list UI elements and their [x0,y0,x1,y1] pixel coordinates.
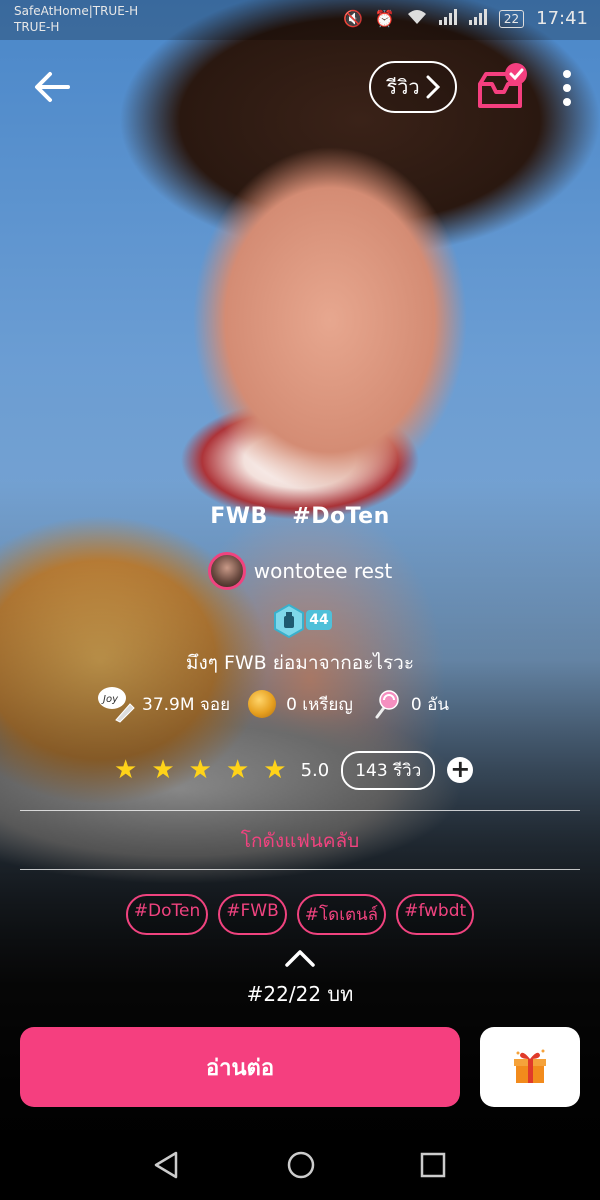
tag-fwbdt[interactable]: #fwbdt [396,894,475,935]
battery-indicator: 22 [498,9,525,28]
star-icon: ★ [114,755,138,785]
chevron-right-icon [426,75,440,99]
back-button[interactable] [30,64,76,110]
arrow-left-icon [35,72,70,102]
coins-count: 0 เหรียญ [286,694,353,715]
review-button-label: รีวิว [386,75,420,99]
wifi-icon [407,9,427,29]
review-count-button[interactable]: 143 รีวิว [341,750,436,790]
views-count: 37.9M จอย [142,694,231,715]
tag-fwb[interactable]: #FWB [218,894,287,935]
tag-doten-thai[interactable]: #โดเตนล์ [296,894,387,935]
story-description: มึงๆ FWB ย่อมาจากอะไรวะ [185,652,415,674]
more-vertical-icon [563,70,571,106]
gift-box-icon [514,1049,546,1083]
joy-label: Joy [101,694,119,705]
divider-top [20,810,580,811]
episode-count: #22/22 บท [246,982,354,1006]
continue-reading-button[interactable]: อ่านต่อ [20,1027,460,1107]
star-icon: ★ [188,755,212,785]
nav-back-icon[interactable] [152,1150,180,1180]
level-number: 44 [306,610,332,630]
story-stats: Joy 37.9M จอย 0 เหรียญ 0 อัน [96,682,516,726]
gift-button[interactable] [480,1027,580,1107]
fanclub-link[interactable]: โกดังแฟนคลับ [0,826,600,856]
rating-value: 5.0 [300,759,330,781]
review-button[interactable]: รีวิว [369,61,457,113]
carrier-info: SafeAtHome|TRUE-H TRUE-H [14,3,138,35]
alarm-icon: ⏰ [374,9,395,28]
system-nav-bar [0,1130,600,1200]
divider-bottom [20,869,580,870]
carrier-line-2: TRUE-H [14,20,60,34]
story-title: FWB #DoTen [210,504,390,529]
views-stat: Joy 37.9M จอย [96,684,230,724]
add-to-shelf-button[interactable] [474,62,532,114]
candies-stat: 0 อัน [371,689,449,719]
writer-level-badge: 44 [272,604,334,638]
candies-count: 0 อัน [410,694,449,715]
star-icon: ★ [263,755,287,785]
status-bar: SafeAtHome|TRUE-H TRUE-H 🔇 ⏰ 22 17:41 [0,0,600,40]
mute-icon: 🔇 [343,9,363,28]
joy-pen-icon: Joy [98,687,135,723]
author-link[interactable]: wontotee rest [0,552,600,590]
author-avatar [207,552,246,590]
coin-icon [248,690,277,718]
lollipop-icon [375,690,399,719]
author-name: wontotee rest [253,559,393,583]
tags-list: #DoTen #FWB #โดเตนล์ #fwbdt [0,894,600,935]
carrier-line-1: SafeAtHome|TRUE-H [14,4,139,18]
tag-doten[interactable]: #DoTen [125,894,209,935]
more-options-button[interactable] [550,64,584,112]
status-icons: 🔇 ⏰ 22 17:41 [343,8,588,29]
star-icon: ★ [151,755,175,785]
nav-home-icon[interactable] [286,1150,316,1180]
nav-recent-apps-icon[interactable] [420,1152,446,1178]
level-hexagon-icon [274,604,304,638]
story-detail-screen: SafeAtHome|TRUE-H TRUE-H 🔇 ⏰ 22 17:41 รี… [0,0,600,1200]
clock: 17:41 [536,8,588,29]
shelf-check-icon [478,63,527,108]
rating-row: ★ ★ ★ ★ ★ 5.0 143 รีวิว + [114,750,514,790]
continue-reading-label: อ่านต่อ [205,1055,275,1081]
signal-icon [438,8,457,29]
star-icon: ★ [225,755,250,785]
coins-stat: 0 เหรียญ [248,690,353,718]
signal-2-icon [468,8,487,29]
add-review-icon[interactable]: + [447,757,474,783]
chevron-up-icon[interactable] [284,947,316,969]
